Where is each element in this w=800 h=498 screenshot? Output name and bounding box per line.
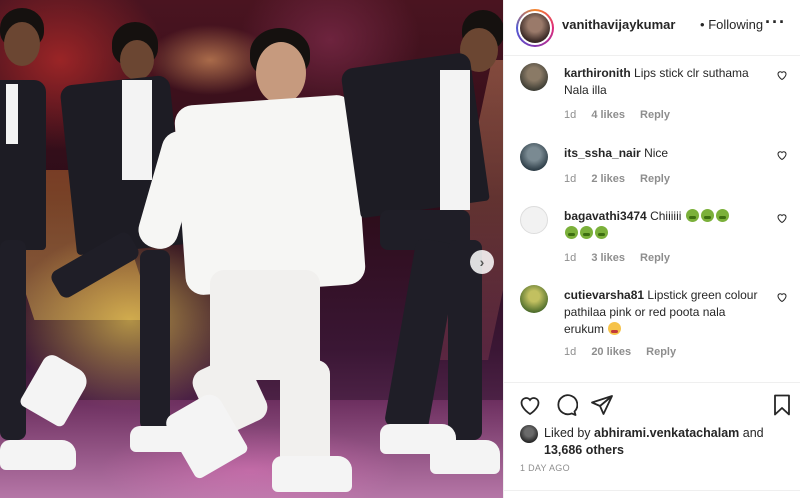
comment-meta: 1d 4 likes Reply [564,109,682,121]
comment-text: Chiiiiii [650,209,682,223]
comment-item: karthironith Lips stick clr suthama Nala… [520,57,790,129]
more-options-icon[interactable]: ··· [765,12,786,33]
follow-status[interactable]: • Following [700,17,763,32]
comments-list: karthironith Lips stick clr suthama Nala… [504,57,800,382]
reply-button[interactable]: Reply [640,252,670,264]
comment-likes[interactable]: 4 likes [591,109,625,121]
comment-avatar[interactable] [520,63,548,91]
comment-icon[interactable] [554,393,578,417]
comment-avatar[interactable] [520,143,548,171]
nauseated-emoji-icon [685,209,699,222]
liked-by-user[interactable]: abhirami.venkatachalam [594,426,739,440]
comment-time[interactable]: 1d [564,346,576,358]
liked-by-avatar[interactable] [520,425,538,443]
liked-by-and: and [742,426,764,440]
nauseated-emoji-icon [700,209,714,222]
smiling-emoji-icon [608,322,622,335]
comment-meta: 1d 2 likes Reply [564,173,682,185]
comment-body: karthironith Lips stick clr suthama Nala… [564,65,764,99]
comment-time[interactable]: 1d [564,109,576,121]
comment-time[interactable]: 1d [564,252,576,264]
comment-username[interactable]: its_ssha_nair [564,146,641,160]
post-media[interactable]: › [0,0,503,498]
liked-by-prefix: Liked by [544,426,591,440]
reply-button[interactable]: Reply [640,109,670,121]
bookmark-icon[interactable] [770,393,794,417]
reply-button[interactable]: Reply [640,173,670,185]
nauseated-emoji-icon [715,209,729,222]
heart-icon[interactable] [776,291,788,303]
post-timestamp[interactable]: 1 DAY AGO [520,463,570,473]
next-image-button[interactable]: › [470,250,494,274]
post-header: vanithavijaykumar • Following ··· [504,0,800,56]
post-actions: Liked by abhirami.venkatachalam and 13,6… [504,382,800,498]
comment-item: cutievarsha81 Lipstick green colour path… [520,279,790,371]
comment-item: its_ssha_nair Nice 1d 2 likes Reply [520,137,790,193]
divider [504,490,800,491]
chevron-right-icon: › [479,254,485,270]
comment-likes[interactable]: 20 likes [591,346,631,358]
comment-avatar[interactable] [520,285,548,313]
comment-body: bagavathi3474 Chiiiiii [564,208,764,242]
comment-username[interactable]: bagavathi3474 [564,209,647,223]
nauseated-emoji-icon [595,226,608,239]
comment-avatar[interactable] [520,206,548,234]
comment-body: its_ssha_nair Nice [564,145,764,162]
comment-body: cutievarsha81 Lipstick green colour path… [564,287,764,338]
comment-username[interactable]: karthironith [564,66,631,80]
nauseated-emoji-icon [565,226,578,239]
heart-icon[interactable] [518,393,542,417]
follow-separator: • [700,17,705,32]
comment-time[interactable]: 1d [564,173,576,185]
comment-meta: 1d 20 likes Reply [564,346,688,358]
heart-icon[interactable] [776,212,788,224]
reply-button[interactable]: Reply [646,346,676,358]
following-label[interactable]: Following [708,17,763,32]
comment-text: Nice [644,146,669,160]
heart-icon[interactable] [776,69,788,81]
comment-item: bagavathi3474 Chiiiiii 1d 3 likes Reply [520,200,790,274]
comment-meta: 1d 3 likes Reply [564,252,682,264]
liked-by-text: Liked by abhirami.venkatachalam and 13,6… [544,425,789,459]
comment-username[interactable]: cutievarsha81 [564,288,644,302]
share-icon[interactable] [590,393,614,417]
heart-icon[interactable] [776,149,788,161]
comment-likes[interactable]: 3 likes [591,252,625,264]
post-side-panel: vanithavijaykumar • Following ··· karthi… [503,0,800,498]
liked-by-others[interactable]: 13,686 others [544,443,624,457]
post-username[interactable]: vanithavijaykumar [562,17,675,32]
comment-likes[interactable]: 2 likes [591,173,625,185]
profile-avatar[interactable] [516,9,554,47]
nauseated-emoji-icon [580,226,593,239]
